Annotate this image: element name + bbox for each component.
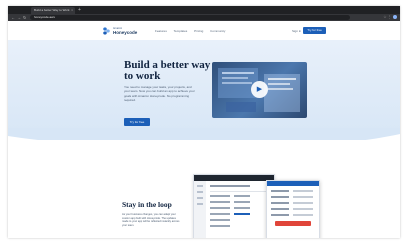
address-bar: ←→↻ honeycode.aws ☆ ⋮ (8, 14, 400, 21)
app-screenshot-desktop (193, 174, 275, 238)
section-description: As your business changes, you can adapt … (122, 213, 180, 228)
nav-link-pricing[interactable]: Pricing (194, 29, 203, 33)
hero-video[interactable]: ▶ (212, 62, 307, 118)
logo-product-name: Honeycode (113, 30, 138, 35)
form-submit-button[interactable] (275, 221, 311, 226)
browser-tab[interactable]: Build a better Way to Work × (31, 7, 75, 14)
honeycomb-logo-icon (103, 27, 110, 35)
browser-menu-icons[interactable]: ☆ ⋮ (383, 14, 397, 21)
nav-link-features[interactable]: Features (155, 29, 167, 33)
app-screenshot-form (266, 180, 320, 238)
navigation-icons[interactable]: ←→↻ (11, 14, 28, 21)
hero-section (8, 40, 400, 140)
tab-title: Build a better Way to Work (34, 8, 70, 12)
app-screenshot-content (194, 181, 268, 238)
hero-title: Build a better way to work (124, 59, 211, 82)
nav-link-templates[interactable]: Templates (174, 29, 188, 33)
play-icon[interactable]: ▶ (251, 81, 268, 98)
url-field[interactable]: honeycode.aws (30, 15, 350, 20)
header-try-free-button[interactable]: Try for free (303, 27, 326, 34)
new-tab-icon[interactable]: + (78, 6, 81, 14)
hero-description: You need to manage your tasks, your proj… (124, 85, 195, 103)
section-title: Stay in the loop (122, 200, 172, 209)
browser-tab-bar: Build a better Way to Work × + (8, 6, 400, 21)
hero-try-free-button[interactable]: Try for free (124, 118, 150, 126)
profile-avatar[interactable] (393, 15, 397, 20)
browser-window: Build a better Way to Work × + ←→↻ honey… (8, 6, 400, 238)
nav-link-community[interactable]: Community (210, 29, 225, 33)
main-nav: Features Templates Pricing Community (155, 29, 231, 33)
site-header: Amazon Honeycode Features Templates Pric… (8, 21, 400, 40)
tab-close-icon[interactable]: × (71, 7, 73, 14)
form-fields (271, 190, 313, 216)
sign-in-link[interactable]: Sign in (292, 29, 301, 33)
